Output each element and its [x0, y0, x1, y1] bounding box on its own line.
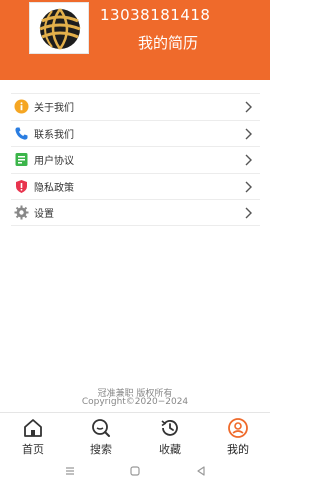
- bottom-tab-bar: 首页 搜索 收藏 我的: [0, 412, 270, 460]
- privacy-shield-icon: [13, 178, 30, 195]
- home-icon: [24, 419, 42, 437]
- menu-item-label: 用户协议: [34, 156, 74, 168]
- globe-logo-icon: [39, 8, 81, 50]
- tab-favorites[interactable]: 收藏: [145, 417, 195, 457]
- tab-home[interactable]: 首页: [8, 417, 58, 457]
- menu-item-user-agreement[interactable]: 用户协议: [11, 146, 260, 173]
- agreement-icon: [13, 151, 30, 168]
- tab-label: 我的: [227, 443, 249, 456]
- history-icon: [161, 420, 178, 436]
- settings-menu: 关于我们 联系我们 用户协议 隐私政策 设置: [11, 93, 260, 226]
- menu-item-about-us[interactable]: 关于我们: [11, 93, 260, 120]
- phone-number: 13038181418: [100, 6, 211, 24]
- copyright-years: Copyright©2020−2024: [81, 397, 189, 407]
- system-navigation-bar: [0, 460, 270, 484]
- gear-icon: [13, 204, 30, 221]
- profile-header: 13038181418 我的简历: [0, 0, 270, 80]
- avatar[interactable]: [29, 2, 89, 54]
- menu-item-contact-us[interactable]: 联系我们: [11, 119, 260, 147]
- tab-label: 收藏: [159, 443, 181, 456]
- my-resume-link[interactable]: 我的简历: [138, 32, 198, 53]
- tab-label: 搜索: [90, 443, 112, 456]
- search-icon: [92, 419, 110, 437]
- menu-lines-icon[interactable]: [64, 465, 76, 477]
- chevron-right-icon: [245, 154, 252, 166]
- tab-label: 首页: [22, 443, 44, 456]
- menu-item-label: 联系我们: [34, 129, 74, 141]
- menu-item-settings[interactable]: 设置: [11, 199, 260, 226]
- back-triangle-icon[interactable]: [195, 465, 207, 477]
- menu-item-label: 关于我们: [34, 103, 74, 115]
- menu-item-label: 设置: [34, 208, 54, 220]
- tab-mine[interactable]: 我的: [213, 417, 263, 457]
- tab-search[interactable]: 搜索: [76, 417, 126, 457]
- chevron-right-icon: [245, 101, 252, 113]
- menu-item-label: 隐私政策: [34, 182, 74, 194]
- chevron-right-icon: [245, 207, 252, 219]
- info-icon: [13, 98, 30, 115]
- user-icon: [228, 418, 248, 438]
- chevron-right-icon: [245, 128, 252, 139]
- menu-item-privacy-policy[interactable]: 隐私政策: [11, 172, 260, 200]
- home-square-icon[interactable]: [129, 465, 141, 477]
- phone-icon: [13, 125, 30, 142]
- chevron-right-icon: [245, 181, 252, 192]
